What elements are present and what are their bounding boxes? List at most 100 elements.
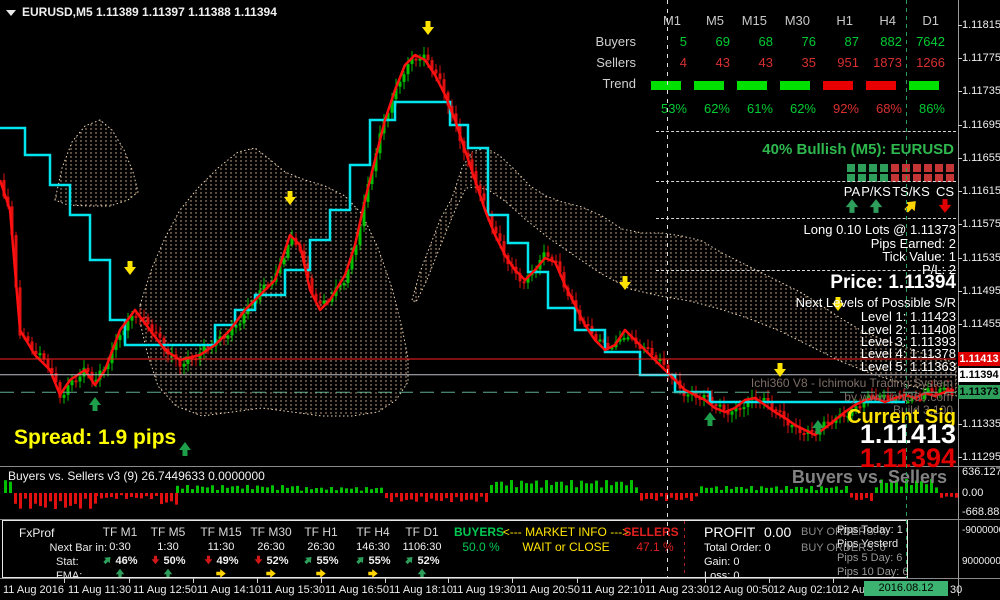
sellers-count: 35 <box>779 52 822 73</box>
signal-col-label: P/KS <box>861 184 891 199</box>
time-tick <box>257 578 258 583</box>
squares-row <box>844 169 954 179</box>
buyers-bar <box>300 491 303 493</box>
buyers-bar <box>805 489 808 493</box>
sellers-bar <box>130 493 133 497</box>
bull-candle <box>407 64 410 74</box>
buyers-bar <box>830 488 833 493</box>
trend-percent: 61% <box>736 98 779 119</box>
pips-stat: Pips Yesterd <box>837 538 898 550</box>
bull-candle <box>71 380 74 385</box>
buyers-bar <box>246 485 249 493</box>
bear-candle <box>811 430 814 432</box>
signal-arrow <box>937 198 953 218</box>
chart-title: EURUSD,M5 1.11389 1.11397 1.11388 1.1139… <box>6 5 277 19</box>
current-price-label: Price: 1.11394 <box>830 272 956 294</box>
buyers-bar <box>760 486 763 493</box>
sellers-bar <box>465 493 468 500</box>
buyers-bar <box>785 486 788 493</box>
fma-arrow <box>266 568 277 578</box>
trend-bar-up <box>694 81 724 90</box>
trend-cell <box>908 73 951 98</box>
trend-bar-down <box>866 81 896 90</box>
buyers-bar <box>350 489 353 493</box>
sellers-bar <box>170 493 173 501</box>
buyers-bar <box>510 480 513 493</box>
period-separator-line <box>667 0 668 578</box>
trend-percent: 53% <box>650 98 693 119</box>
price-axis-label: 1.11455 <box>962 318 1000 330</box>
bear-candle <box>523 281 526 283</box>
sellers-bar <box>945 493 948 497</box>
sr-title: Next Levels of Possible S/R <box>796 295 956 310</box>
buy-arrow-icon <box>812 420 824 434</box>
sellers-bar <box>74 493 77 504</box>
sellers-bar <box>95 493 98 496</box>
sellers-bar <box>54 493 57 509</box>
time-tick <box>321 578 322 583</box>
sellers-bar <box>855 493 858 500</box>
time-tick <box>193 578 194 583</box>
price-axis-label: 1.11575 <box>962 218 1000 230</box>
sellers-bar <box>485 493 488 502</box>
buyers-bar <box>710 488 713 493</box>
buyers-bar <box>236 486 239 493</box>
price-tag: 1.11413 <box>958 352 1000 366</box>
gain: Gain: 0 <box>704 556 739 568</box>
indicator-watermark: Buyers vs. Sellers <box>792 467 947 488</box>
buyers-bar <box>256 486 259 493</box>
tf-column-header: H4 <box>865 10 908 31</box>
up-arrow-icon <box>868 198 884 214</box>
bull-candle <box>183 364 186 367</box>
buyers-bar <box>9 482 12 493</box>
buyers-bar <box>181 489 184 493</box>
buyers-bar <box>505 485 508 493</box>
bull-candle <box>343 283 346 285</box>
buyers-bar <box>176 486 179 493</box>
buyers-bar <box>635 487 638 493</box>
tf-button: TF M5 <box>151 525 186 539</box>
buyers-bar <box>320 488 323 493</box>
buyers-bar <box>520 481 523 493</box>
buyers-bar <box>605 480 608 493</box>
buyers-bar <box>231 486 234 493</box>
signal-arrow <box>868 198 884 218</box>
diag-arrow-icon <box>355 555 365 565</box>
sellers-bar <box>450 493 453 502</box>
price-axis-label: 1.11335 <box>962 418 1000 430</box>
buyers-bar <box>271 485 274 493</box>
buyers-bar <box>226 488 229 493</box>
bull-candle <box>627 337 630 339</box>
down-arrow-icon <box>150 555 160 565</box>
sellers-bar <box>420 493 423 497</box>
sellers-bar <box>670 493 673 498</box>
sellers-bar <box>460 493 463 501</box>
buyers-bar <box>355 487 358 493</box>
sellers-bar <box>69 493 72 506</box>
sellers-bar <box>870 493 873 501</box>
bull-candle <box>623 338 626 340</box>
bull-candle <box>403 74 406 82</box>
buyers-bar <box>620 482 623 493</box>
sellers-bar <box>390 493 393 502</box>
buyers-bar <box>196 486 199 493</box>
sellers-bar <box>24 493 27 499</box>
buyers-bar <box>575 487 578 493</box>
buyers-bar <box>221 485 224 493</box>
sellers-bar <box>435 493 438 501</box>
buyers-bar <box>340 487 343 493</box>
trend-percent: 86% <box>908 98 951 119</box>
up-arrow-icon <box>115 568 126 578</box>
price-axis-label: 1.11815 <box>962 19 1000 31</box>
sellers-bar <box>680 493 683 500</box>
bear-candle <box>647 347 650 349</box>
spread-label: Spread: 1.9 pips <box>14 426 176 450</box>
up-arrow-icon <box>163 568 174 578</box>
sellers-bar <box>950 493 953 497</box>
chart-menu-icon[interactable] <box>6 10 16 16</box>
buyers-bar <box>360 491 363 493</box>
bear-candle <box>147 317 150 324</box>
buyers-bar <box>595 481 598 493</box>
buyers-bar <box>730 489 733 493</box>
sellers-bar <box>19 493 22 509</box>
